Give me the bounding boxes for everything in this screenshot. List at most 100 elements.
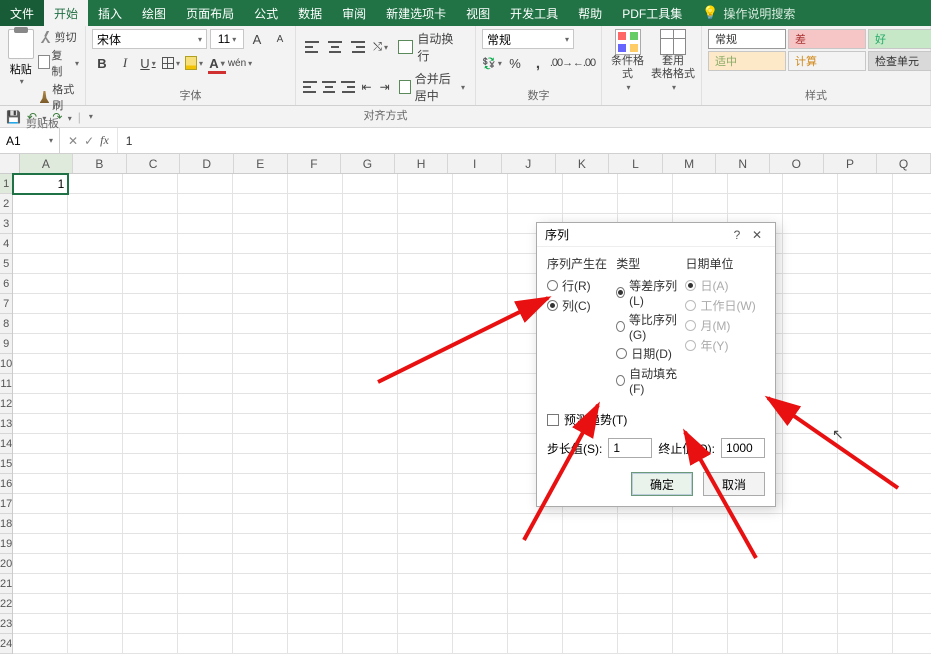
cell-J1[interactable]: [508, 174, 563, 194]
cell-F2[interactable]: [288, 194, 343, 214]
style-calc[interactable]: 计算: [788, 51, 866, 71]
col-header-G[interactable]: G: [341, 154, 395, 173]
cell-H13[interactable]: [398, 414, 453, 434]
style-check[interactable]: 检查单元: [868, 51, 931, 71]
cell-A11[interactable]: [13, 374, 68, 394]
dialog-close-button[interactable]: ✕: [747, 228, 767, 242]
stop-value-input[interactable]: [721, 438, 765, 458]
cell-D4[interactable]: [178, 234, 233, 254]
cell-C21[interactable]: [123, 574, 178, 594]
cell-B7[interactable]: [68, 294, 123, 314]
cell-E17[interactable]: [233, 494, 288, 514]
cell-F5[interactable]: [288, 254, 343, 274]
percent-button[interactable]: %: [505, 53, 525, 73]
cell-G1[interactable]: [343, 174, 398, 194]
cell-C12[interactable]: [123, 394, 178, 414]
style-normal[interactable]: 常规: [708, 29, 786, 49]
cell-J2[interactable]: [508, 194, 563, 214]
cell-C7[interactable]: [123, 294, 178, 314]
cell-D11[interactable]: [178, 374, 233, 394]
cell-C5[interactable]: [123, 254, 178, 274]
formula-bar-input[interactable]: 1: [118, 134, 931, 148]
cell-N2[interactable]: [728, 194, 783, 214]
row-header-18[interactable]: 18: [0, 514, 12, 534]
cell-O20[interactable]: [783, 554, 838, 574]
col-header-H[interactable]: H: [395, 154, 449, 173]
cell-J22[interactable]: [508, 594, 563, 614]
cell-Q20[interactable]: [893, 554, 931, 574]
cell-B8[interactable]: [68, 314, 123, 334]
cell-F16[interactable]: [288, 474, 343, 494]
cell-E4[interactable]: [233, 234, 288, 254]
cell-H17[interactable]: [398, 494, 453, 514]
cell-G4[interactable]: [343, 234, 398, 254]
cell-P13[interactable]: [838, 414, 893, 434]
cell-F12[interactable]: [288, 394, 343, 414]
col-header-F[interactable]: F: [288, 154, 342, 173]
cell-A2[interactable]: [13, 194, 68, 214]
cell-C3[interactable]: [123, 214, 178, 234]
cell-B24[interactable]: [68, 634, 123, 654]
cell-J20[interactable]: [508, 554, 563, 574]
cell-Q21[interactable]: [893, 574, 931, 594]
cell-O5[interactable]: [783, 254, 838, 274]
cell-F22[interactable]: [288, 594, 343, 614]
cell-E20[interactable]: [233, 554, 288, 574]
tab-data[interactable]: 数据: [288, 0, 332, 26]
cell-F23[interactable]: [288, 614, 343, 634]
cell-O16[interactable]: [783, 474, 838, 494]
cell-N23[interactable]: [728, 614, 783, 634]
cell-E18[interactable]: [233, 514, 288, 534]
cell-O13[interactable]: [783, 414, 838, 434]
cell-E6[interactable]: [233, 274, 288, 294]
ok-button[interactable]: 确定: [631, 472, 693, 496]
qat-redo-button[interactable]: ↷ ▾: [52, 110, 71, 124]
cell-I14[interactable]: [453, 434, 508, 454]
cell-C8[interactable]: [123, 314, 178, 334]
cell-F21[interactable]: [288, 574, 343, 594]
cell-O21[interactable]: [783, 574, 838, 594]
formula-cancel-button[interactable]: ✕: [68, 134, 78, 148]
cell-F1[interactable]: [288, 174, 343, 194]
copy-button[interactable]: 复制▾: [40, 47, 79, 79]
cell-I9[interactable]: [453, 334, 508, 354]
row-header-14[interactable]: 14: [0, 434, 12, 454]
qat-save-button[interactable]: 💾: [6, 110, 21, 124]
cell-G19[interactable]: [343, 534, 398, 554]
cell-L1[interactable]: [618, 174, 673, 194]
cell-I8[interactable]: [453, 314, 508, 334]
row-header-9[interactable]: 9: [0, 334, 12, 354]
cell-J23[interactable]: [508, 614, 563, 634]
dec-decimal-button[interactable]: ←.00: [574, 53, 594, 73]
cell-O7[interactable]: [783, 294, 838, 314]
cell-E3[interactable]: [233, 214, 288, 234]
comma-button[interactable]: ,: [528, 53, 548, 73]
cell-H5[interactable]: [398, 254, 453, 274]
cell-M24[interactable]: [673, 634, 728, 654]
cell-B21[interactable]: [68, 574, 123, 594]
cell-P19[interactable]: [838, 534, 893, 554]
cell-L22[interactable]: [618, 594, 673, 614]
cell-K23[interactable]: [563, 614, 618, 634]
cell-E1[interactable]: [233, 174, 288, 194]
row-header-13[interactable]: 13: [0, 414, 12, 434]
cell-L2[interactable]: [618, 194, 673, 214]
cell-A1[interactable]: 1: [13, 174, 68, 194]
cell-A18[interactable]: [13, 514, 68, 534]
cell-C2[interactable]: [123, 194, 178, 214]
row-header-24[interactable]: 24: [0, 634, 12, 654]
tab-layout[interactable]: 页面布局: [176, 0, 244, 26]
cell-O9[interactable]: [783, 334, 838, 354]
font-size-combo[interactable]: 11▾: [210, 29, 244, 49]
tab-home[interactable]: 开始: [44, 0, 88, 26]
cell-G22[interactable]: [343, 594, 398, 614]
cell-Q19[interactable]: [893, 534, 931, 554]
cell-A12[interactable]: [13, 394, 68, 414]
cell-P18[interactable]: [838, 514, 893, 534]
cell-C13[interactable]: [123, 414, 178, 434]
cell-G7[interactable]: [343, 294, 398, 314]
align-middle-button[interactable]: [325, 37, 345, 57]
cell-E5[interactable]: [233, 254, 288, 274]
indent-dec-button[interactable]: ⇤: [359, 77, 374, 97]
cell-F18[interactable]: [288, 514, 343, 534]
